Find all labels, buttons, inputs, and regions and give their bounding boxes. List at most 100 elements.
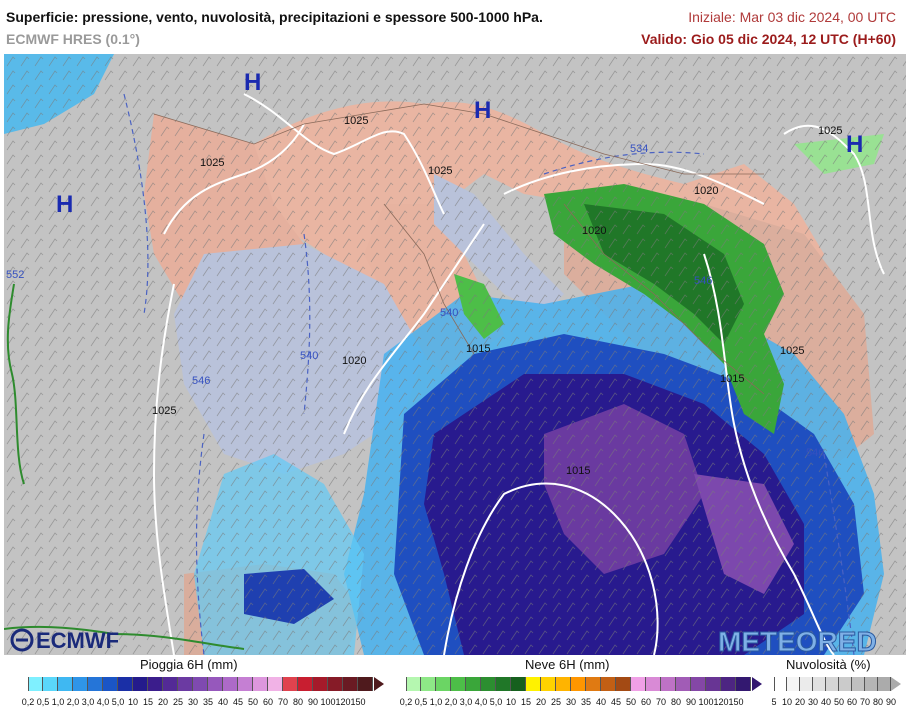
rain-swatch: [178, 677, 193, 691]
weather-map: H H H H 1025 1025 1025 1025 1020 1020 10…: [4, 54, 906, 655]
rain-swatch: [283, 677, 298, 691]
snow-swatch: [736, 677, 751, 691]
snow-swatch: [436, 677, 451, 691]
map-canvas: H H H H 1025 1025 1025 1025 1020 1020 10…: [4, 54, 906, 655]
snow-swatch: [481, 677, 496, 691]
rain-swatch: [133, 677, 148, 691]
cloud-tick-label: 30: [807, 697, 819, 707]
cloud-swatch: [800, 677, 813, 691]
snow-swatch: [616, 677, 631, 691]
cloud-legend-title: Nuvolosità (%): [786, 657, 871, 672]
rain-tick-label: 10: [127, 697, 139, 707]
snow-swatch: [661, 677, 676, 691]
snow-swatch: [526, 677, 541, 691]
snow-legend-title: Neve 6H (mm): [525, 657, 610, 672]
rain-tick-label: 0,5: [36, 697, 50, 707]
rain-tick-label: 90: [307, 697, 319, 707]
snow-swatch: [706, 677, 721, 691]
map-title: Superficie: pressione, vento, nuvolosità…: [6, 9, 543, 25]
rain-swatch: [88, 677, 103, 691]
rain-tick-label: 50: [247, 697, 259, 707]
rain-swatch: [238, 677, 253, 691]
thickness-label: 540: [300, 350, 318, 362]
rain-tick-label: 3,0: [81, 697, 95, 707]
cloud-swatch: [865, 677, 878, 691]
snow-swatch: [676, 677, 691, 691]
snow-tick-label: 35: [580, 697, 592, 707]
snow-tick-label: 30: [565, 697, 577, 707]
cloud-swatch: [813, 677, 826, 691]
rain-tick-label: 20: [157, 697, 169, 707]
snow-swatch: [541, 677, 556, 691]
snow-tick-label: 2,0: [444, 697, 458, 707]
thickness-label: 534: [630, 143, 648, 155]
rain-tick-label: 4,0: [96, 697, 110, 707]
rain-swatch: [343, 677, 358, 691]
snow-tick-label: 5,0: [489, 697, 503, 707]
isobar-label: 1025: [780, 345, 804, 357]
rain-tick-label: 5,0: [111, 697, 125, 707]
rain-tick-label: 2,0: [66, 697, 80, 707]
isobar-label: 1020: [342, 355, 366, 367]
snow-arrow: [752, 677, 762, 691]
rain-swatch: [28, 677, 43, 691]
rain-tick-label: 40: [217, 697, 229, 707]
snow-tick-label: 40: [595, 697, 607, 707]
isobar-label: 1025: [200, 157, 224, 169]
cloud-tick-label: 5: [771, 697, 777, 707]
rain-tick-label: 120: [335, 697, 351, 707]
snow-swatch: [496, 677, 511, 691]
model-name: ECMWF HRES (0.1°): [6, 31, 140, 47]
rain-tick-label: 1,0: [51, 697, 65, 707]
cloud-tick-label: 70: [859, 697, 871, 707]
snow-tick-label: 150: [728, 697, 744, 707]
thickness-label: 552: [6, 269, 24, 281]
cloud-tick-label: 20: [794, 697, 806, 707]
snow-swatch: [406, 677, 421, 691]
rain-swatch: [298, 677, 313, 691]
rain-tick-label: 80: [292, 697, 304, 707]
ecmwf-logo-text: ECMWF: [36, 628, 119, 653]
rain-tick-label: 45: [232, 697, 244, 707]
init-time: Iniziale: Mar 03 dic 2024, 00 UTC: [688, 9, 896, 25]
cloud-tick-label: 60: [846, 697, 858, 707]
snow-tick-label: 25: [550, 697, 562, 707]
snow-tick-label: 20: [535, 697, 547, 707]
snow-tick-label: 0,2: [399, 697, 413, 707]
snow-swatch: [421, 677, 436, 691]
snow-tick-label: 0,5: [414, 697, 428, 707]
rain-arrow: [374, 677, 384, 691]
rain-swatch: [313, 677, 328, 691]
rain-tick-label: 150: [350, 697, 366, 707]
rain-tick-label: 60: [262, 697, 274, 707]
snow-swatch: [451, 677, 466, 691]
high-marker: H: [846, 131, 863, 158]
snow-swatch: [646, 677, 661, 691]
cloud-swatch: [839, 677, 852, 691]
rain-tick-label: 0,2: [21, 697, 35, 707]
cloud-swatch: [826, 677, 839, 691]
rain-tick-label: 100: [320, 697, 336, 707]
isobar-label: 1025: [428, 165, 452, 177]
rain-tick-label: 30: [187, 697, 199, 707]
legend-panel: Pioggia 6H (mm) 0,2 0,5 1,0 2,0 3,0 4,0 5,0 10 1…: [0, 655, 910, 710]
snow-tick-label: 1,0: [429, 697, 443, 707]
rain-color-bar: [28, 677, 373, 691]
snow-swatch: [586, 677, 601, 691]
rain-swatch: [328, 677, 343, 691]
wind-barbs: [4, 54, 906, 655]
high-marker: H: [244, 69, 261, 96]
snow-swatch: [631, 677, 646, 691]
thickness-label: 540: [440, 307, 458, 319]
snow-swatch: [511, 677, 526, 691]
rain-swatch: [253, 677, 268, 691]
rain-swatch: [103, 677, 118, 691]
rain-swatch: [163, 677, 178, 691]
cloud-tick-label: 80: [872, 697, 884, 707]
isobar-label: 1025: [344, 115, 368, 127]
cloud-arrow: [891, 677, 901, 691]
isobar-label: 1025: [152, 405, 176, 417]
cloud-tick-label: 90: [885, 697, 897, 707]
snow-tick-label: 70: [655, 697, 667, 707]
cloud-swatch: [878, 677, 891, 691]
